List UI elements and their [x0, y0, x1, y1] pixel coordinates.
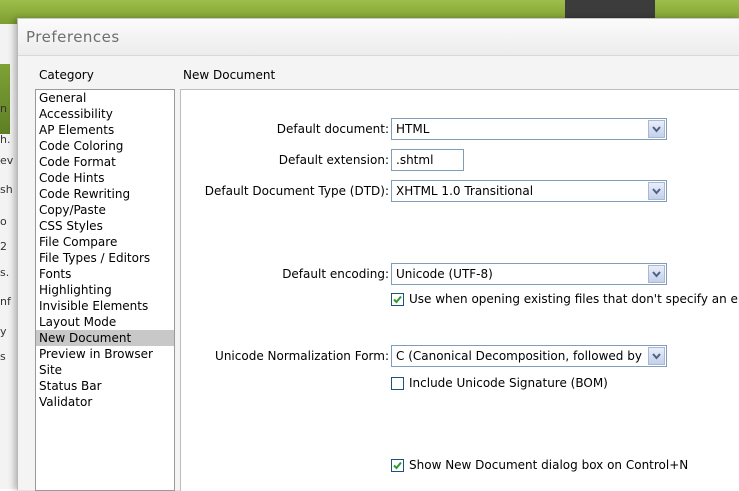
- default-extension-row: Default extension:: [181, 149, 739, 173]
- background-text-fragment: n: [0, 102, 7, 115]
- default-encoding-label: Default encoding:: [282, 267, 389, 281]
- category-item-code-format[interactable]: Code Format: [36, 154, 174, 170]
- dialog-body: Category New Document General Accessibili…: [18, 56, 739, 491]
- category-list[interactable]: General Accessibility AP Elements Code Colo…: [35, 89, 175, 491]
- include-bom-checkbox[interactable]: [391, 377, 404, 390]
- normalization-form-value: C (Canonical Decomposition, followed by …: [396, 349, 646, 363]
- chevron-down-icon[interactable]: [648, 182, 665, 200]
- background-text-fragment: 2: [0, 240, 7, 253]
- category-item-code-hints[interactable]: Code Hints: [36, 170, 174, 186]
- default-doctype-row: Default Document Type (DTD): XHTML 1.0 T…: [181, 180, 739, 204]
- chevron-down-icon[interactable]: [648, 265, 665, 283]
- default-doctype-label: Default Document Type (DTD):: [204, 184, 389, 198]
- default-document-select[interactable]: HTML: [391, 118, 667, 140]
- new-document-panel: Default document: HTML Default extension…: [180, 89, 739, 491]
- background-text-fragment: sh: [0, 183, 13, 196]
- dialog-titlebar[interactable]: Preferences: [18, 19, 739, 56]
- category-item-accessibility[interactable]: Accessibility: [36, 106, 174, 122]
- default-encoding-row: Default encoding: Unicode (UTF-8): [181, 263, 739, 287]
- background-text-fragment: h.: [0, 133, 11, 146]
- chevron-down-icon[interactable]: [648, 120, 665, 138]
- category-item-ap-elements[interactable]: AP Elements: [36, 122, 174, 138]
- show-dialog-row[interactable]: Show New Document dialog box on Control+…: [391, 458, 721, 476]
- category-item-preview-in-browser[interactable]: Preview in Browser: [36, 346, 174, 362]
- checkmark-icon: [393, 461, 402, 470]
- category-item-copy-paste[interactable]: Copy/Paste: [36, 202, 174, 218]
- category-item-status-bar[interactable]: Status Bar: [36, 378, 174, 394]
- category-item-site[interactable]: Site: [36, 362, 174, 378]
- background-text-fragment: nf: [0, 295, 11, 308]
- default-doctype-select[interactable]: XHTML 1.0 Transitional: [391, 180, 667, 202]
- category-item-code-rewriting[interactable]: Code Rewriting: [36, 186, 174, 202]
- panel-header: New Document: [183, 68, 276, 82]
- category-item-general[interactable]: General: [36, 90, 174, 106]
- category-item-css-styles[interactable]: CSS Styles: [36, 218, 174, 234]
- normalization-form-label: Unicode Normalization Form:: [215, 349, 389, 363]
- checkmark-icon: [393, 295, 402, 304]
- category-item-code-coloring[interactable]: Code Coloring: [36, 138, 174, 154]
- category-item-file-compare[interactable]: File Compare: [36, 234, 174, 250]
- category-item-file-types-editors[interactable]: File Types / Editors: [36, 250, 174, 266]
- use-when-opening-row[interactable]: Use when opening existing files that don…: [391, 292, 739, 310]
- default-document-value: HTML: [396, 122, 430, 136]
- default-extension-label: Default extension:: [278, 153, 389, 167]
- category-item-fonts[interactable]: Fonts: [36, 266, 174, 282]
- default-encoding-value: Unicode (UTF-8): [396, 267, 493, 281]
- background-text-fragment: ev: [0, 154, 14, 167]
- normalization-form-row: Unicode Normalization Form: C (Canonical…: [181, 345, 739, 369]
- default-document-row: Default document: HTML: [181, 118, 739, 142]
- background-text-fragment: y: [0, 325, 7, 338]
- show-dialog-label: Show New Document dialog box on Control+…: [409, 458, 689, 472]
- include-bom-row[interactable]: Include Unicode Signature (BOM): [391, 376, 691, 394]
- default-extension-input[interactable]: [391, 149, 464, 171]
- category-item-new-document[interactable]: New Document: [36, 330, 174, 346]
- show-dialog-checkbox[interactable]: [391, 459, 404, 472]
- dialog-title: Preferences: [26, 28, 120, 46]
- preferences-dialog: Preferences Category New Document Genera…: [17, 18, 739, 491]
- use-when-opening-checkbox[interactable]: [391, 293, 404, 306]
- category-header: Category: [39, 68, 94, 82]
- category-item-layout-mode[interactable]: Layout Mode: [36, 314, 174, 330]
- default-encoding-select[interactable]: Unicode (UTF-8): [391, 263, 667, 285]
- default-doctype-value: XHTML 1.0 Transitional: [396, 184, 534, 198]
- include-bom-label: Include Unicode Signature (BOM): [409, 376, 608, 390]
- category-item-invisible-elements[interactable]: Invisible Elements: [36, 298, 174, 314]
- background-app-accent: [0, 64, 10, 134]
- use-when-opening-label: Use when opening existing files that don…: [409, 292, 739, 306]
- normalization-form-select[interactable]: C (Canonical Decomposition, followed by …: [391, 345, 667, 367]
- background-text-fragment: o: [0, 215, 7, 228]
- background-text-fragment: s: [0, 350, 6, 363]
- background-text-fragment: s.: [0, 266, 10, 279]
- default-document-label: Default document:: [276, 122, 389, 136]
- category-item-validator[interactable]: Validator: [36, 394, 174, 410]
- category-item-highlighting[interactable]: Highlighting: [36, 282, 174, 298]
- chevron-down-icon[interactable]: [648, 347, 665, 365]
